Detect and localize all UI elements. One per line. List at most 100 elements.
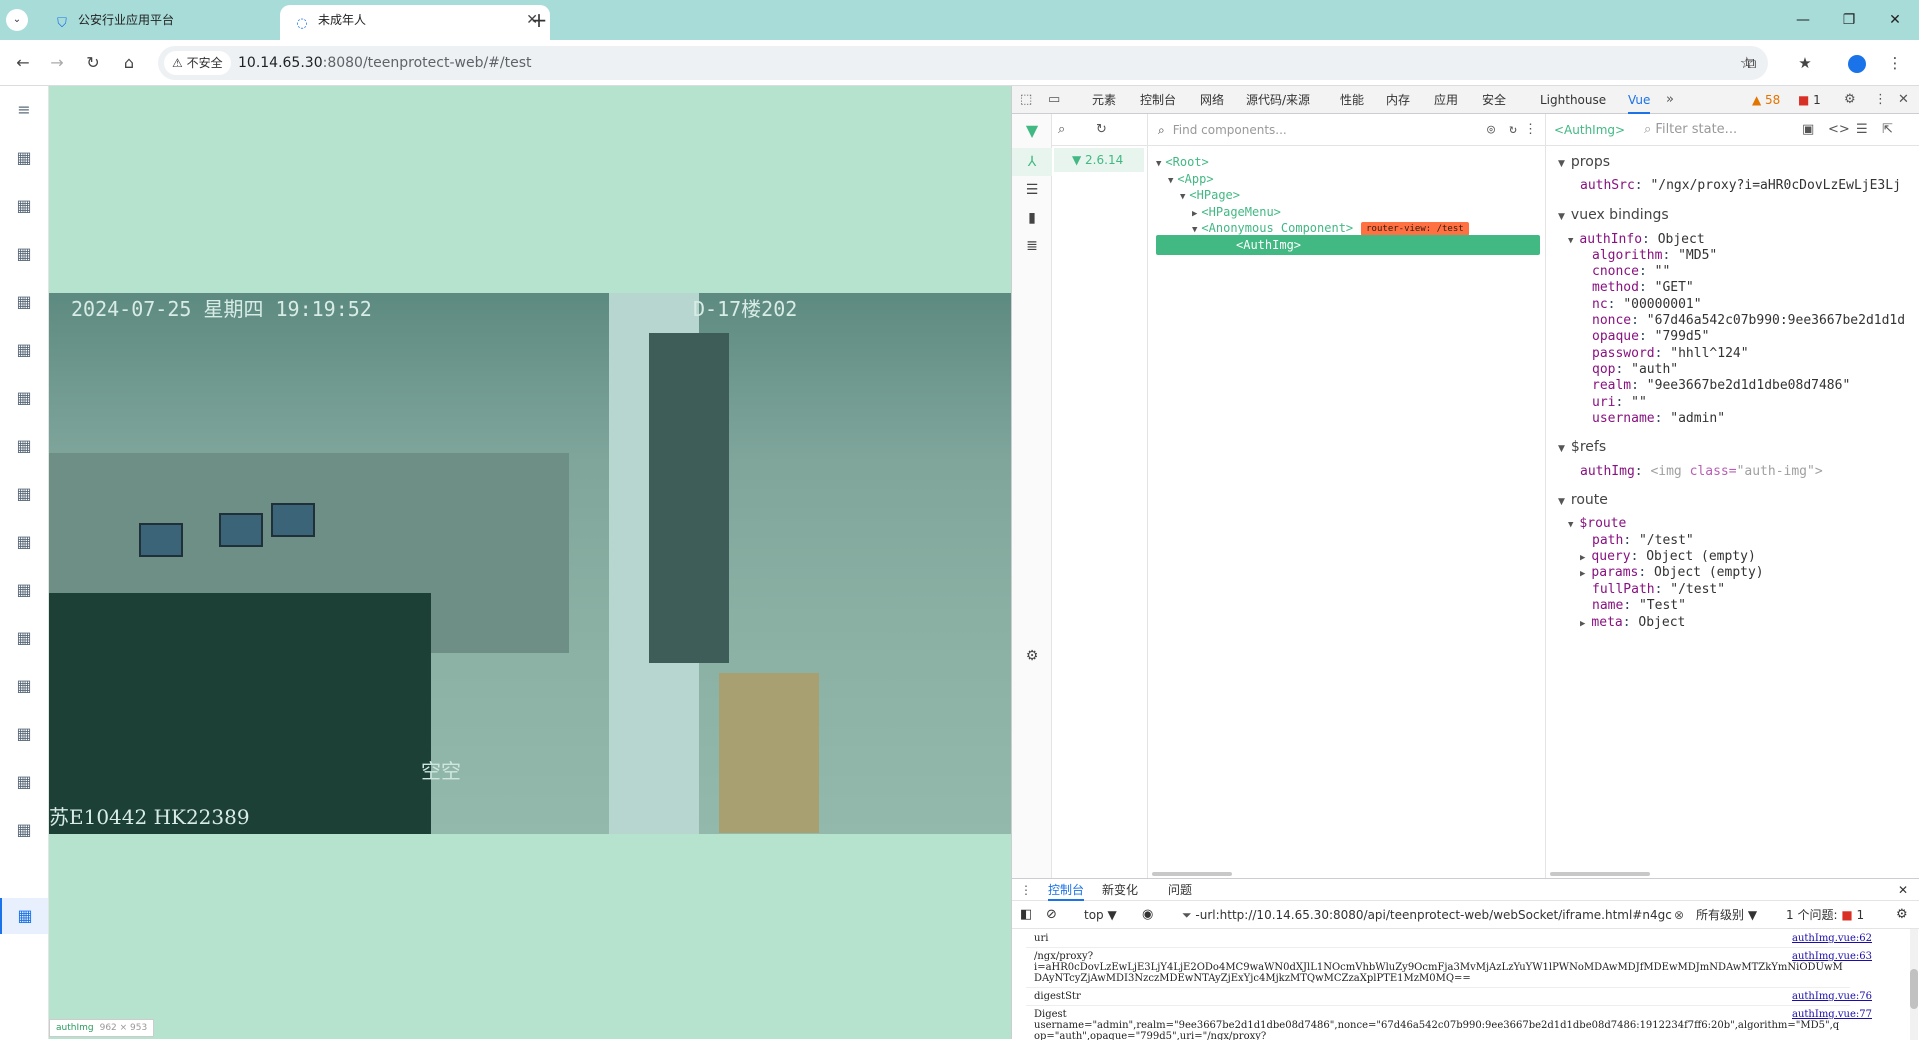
device-toolbar-icon[interactable]: ▭ (1048, 86, 1060, 114)
sidebar-item-icon[interactable]: ▦ (0, 428, 48, 464)
route-section[interactable]: ▼ route (1558, 490, 1608, 510)
close-drawer-icon[interactable]: ✕ (1898, 879, 1908, 901)
console-source-link[interactable]: authImg.vue:63 (1792, 951, 1872, 962)
vue-settings-icon[interactable]: ⚙ (1012, 642, 1052, 670)
horizontal-scrollbar[interactable] (1152, 872, 1232, 876)
devtools-tab-console[interactable]: 控制台 (1140, 86, 1176, 114)
sidebar-item-icon[interactable]: ▦ (0, 140, 48, 176)
devtools-tab-elements[interactable]: 元素 (1092, 86, 1116, 114)
sidebar-item-icon[interactable]: ▦ (0, 764, 48, 800)
drawer-tab-changes[interactable]: 新变化 (1102, 879, 1138, 901)
code-icon[interactable]: <> (1828, 114, 1850, 146)
warning-counter[interactable]: ▲ 58 (1752, 86, 1780, 114)
sidebar-item-icon[interactable]: ▦ (0, 236, 48, 272)
state-row[interactable]: username: "admin" (1592, 409, 1725, 429)
refresh-tree-icon[interactable]: ↻ (1509, 114, 1517, 146)
devtools-tab-sources[interactable]: 源代码/来源 (1246, 86, 1310, 114)
forward-icon[interactable]: → (42, 48, 72, 78)
security-chip[interactable]: ⚠ 不安全 (164, 51, 231, 75)
refresh-icon[interactable]: ↻ (1096, 114, 1107, 146)
sidebar-item-icon[interactable]: ▦ (0, 284, 48, 320)
console-source-link[interactable]: authImg.vue:62 (1792, 933, 1872, 944)
console-filter-input[interactable]: ⏷ -url:http://10.14.65.30:8080/api/teenp… (1182, 905, 1672, 925)
browser-tab-active[interactable]: ◌ 未成年人 ✕ (280, 5, 550, 40)
devtools-tab-memory[interactable]: 内存 (1386, 86, 1410, 114)
sidebar-item-active-icon[interactable]: ▦ (0, 898, 48, 934)
address-bar[interactable]: ⚠ 不安全 10.14.65.30:8080/teenprotect-web/#… (158, 46, 1768, 80)
devtools-tab-performance[interactable]: 性能 (1340, 86, 1364, 114)
sidebar-item-icon[interactable]: ▦ (0, 188, 48, 224)
home-icon[interactable]: ⌂ (114, 48, 144, 78)
console-source-link[interactable]: authImg.vue:76 (1792, 991, 1872, 1002)
favorites-icon[interactable]: ★ (1790, 48, 1820, 78)
menu-icon[interactable]: ⋮ (1880, 48, 1910, 78)
drawer-menu-icon[interactable]: ⋮ (1020, 879, 1032, 901)
vuex-icon[interactable]: ▮ (1012, 204, 1052, 232)
routes-icon[interactable]: ≣ (1012, 232, 1052, 260)
url-text[interactable]: 10.14.65.30:8080/teenprotect-web/#/test (238, 46, 532, 80)
close-window-button[interactable]: ✕ (1872, 0, 1918, 40)
drawer-tab-issues[interactable]: 问题 (1168, 879, 1192, 901)
tree-node-selected[interactable]: <AuthImg> (1156, 235, 1540, 255)
horizontal-scrollbar[interactable] (1550, 872, 1650, 876)
vue-app-version[interactable]: ▼ 2.6.14 (1054, 148, 1144, 172)
close-devtools-icon[interactable]: ✕ (1898, 86, 1909, 114)
expand-arrow-icon[interactable]: ▶ (1580, 619, 1585, 629)
sidebar-item-icon[interactable]: ▦ (0, 572, 48, 608)
sidebar-item-icon[interactable]: ▦ (0, 716, 48, 752)
collapse-arrow-icon[interactable]: ▼ (1558, 212, 1565, 222)
drawer-tab-console[interactable]: 控制台 (1048, 879, 1085, 901)
log-level-select[interactable]: 所有级别 ▼ (1696, 901, 1757, 929)
devtools-menu-icon[interactable]: ⋮ (1874, 86, 1887, 114)
console-source-link[interactable]: authImg.vue:77 (1792, 1009, 1872, 1020)
vuex-section[interactable]: ▼ vuex bindings (1558, 205, 1669, 225)
browser-tab[interactable]: ⛉公安行业应用平台 ✕ (40, 5, 310, 40)
expand-arrow-icon[interactable]: ▶ (1580, 569, 1585, 579)
inspect-dom-icon[interactable]: ☰ (1856, 114, 1868, 146)
expand-arrow-icon[interactable]: ▶ (1580, 553, 1585, 563)
sidebar-item-icon[interactable]: ▦ (0, 524, 48, 560)
new-tab-button[interactable]: + (524, 5, 554, 35)
live-expression-icon[interactable]: ◉ (1142, 901, 1153, 929)
extensions-icon[interactable]: ⧉ (1736, 48, 1766, 78)
console-scrollbar[interactable] (1910, 929, 1918, 1040)
more-tabs-icon[interactable]: » (1666, 86, 1674, 114)
clear-console-icon[interactable]: ⊘ (1046, 901, 1057, 929)
inspect-element-icon[interactable]: ⬚ (1020, 86, 1032, 114)
collapse-arrow-icon[interactable]: ▼ (1558, 497, 1565, 507)
minimize-button[interactable]: — (1780, 0, 1826, 40)
expand-arrow-icon[interactable]: ▼ (1156, 159, 1161, 169)
sidebar-item-icon[interactable]: ▦ (0, 620, 48, 656)
devtools-tab-security[interactable]: 安全 (1482, 86, 1506, 114)
back-icon[interactable]: ← (8, 48, 38, 78)
sidebar-item-icon[interactable]: ▦ (0, 332, 48, 368)
expand-arrow-icon[interactable]: ▼ (1180, 192, 1185, 202)
state-row[interactable]: authImg: <img class="auth-img"> (1580, 462, 1823, 482)
sidebar-item-icon[interactable]: ▦ (0, 668, 48, 704)
devtools-tab-vue[interactable]: Vue (1628, 86, 1651, 114)
target-icon[interactable]: ◎ (1487, 114, 1495, 146)
collapse-arrow-icon[interactable]: ▼ (1568, 236, 1573, 246)
timeline-icon[interactable]: ☰ (1012, 176, 1052, 204)
profile-avatar[interactable] (1848, 55, 1866, 73)
expand-arrow-icon[interactable]: ▼ (1168, 176, 1173, 186)
scrollbar-thumb[interactable] (1910, 969, 1918, 1009)
collapse-arrow-icon[interactable]: ▼ (1558, 444, 1565, 454)
restore-button[interactable]: ❐ (1826, 0, 1872, 40)
sidebar-item-icon[interactable]: ▦ (0, 380, 48, 416)
reload-icon[interactable]: ↻ (78, 48, 108, 78)
screenshot-icon[interactable]: ▣ (1802, 114, 1814, 146)
devtools-tab-application[interactable]: 应用 (1434, 86, 1458, 114)
state-row[interactable]: authSrc: "/ngx/proxy?i=aHR0cDovLzEwLjE3L… (1580, 176, 1901, 196)
filter-state-input[interactable]: ⌕ Filter state... (1644, 114, 1737, 146)
collapse-arrow-icon[interactable]: ▼ (1568, 520, 1573, 530)
devtools-tab-network[interactable]: 网络 (1200, 86, 1224, 114)
tab-search-icon[interactable]: ⌄ (6, 9, 28, 31)
settings-gear-icon[interactable]: ⚙ (1844, 86, 1856, 114)
sidebar-toggle-icon[interactable]: ◧ (1020, 901, 1032, 929)
find-components-input[interactable]: ⌕ Find components... (1158, 114, 1287, 146)
context-select[interactable]: top ▼ (1084, 901, 1117, 929)
refs-section[interactable]: ▼ $refs (1558, 437, 1606, 457)
expand-arrow-icon[interactable]: ▼ (1192, 225, 1197, 235)
collapse-arrow-icon[interactable]: ▼ (1558, 159, 1565, 169)
